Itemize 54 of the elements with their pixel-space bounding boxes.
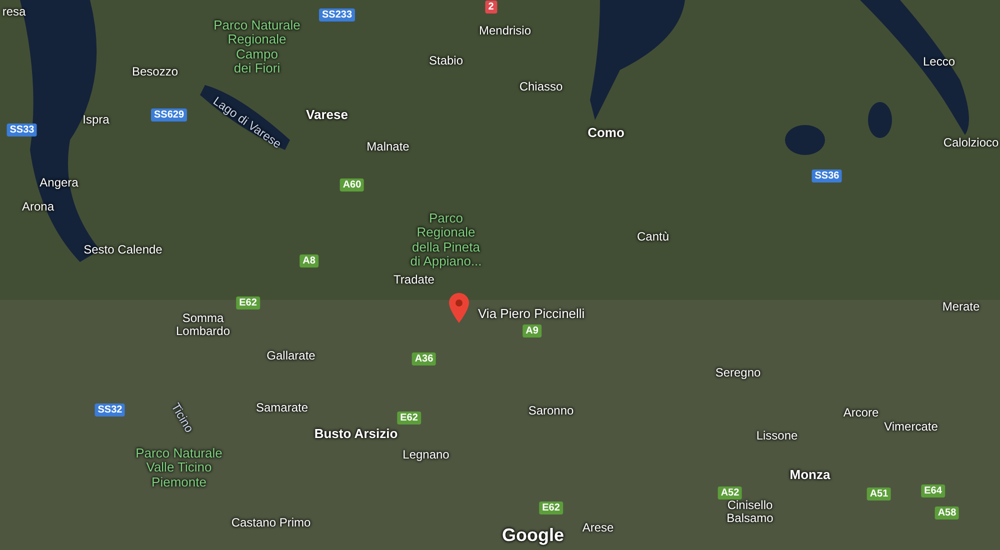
road-number-sign: E64: [921, 484, 945, 498]
place-label: Cantù: [636, 230, 670, 244]
map-pin-icon[interactable]: [449, 293, 469, 323]
road-number-sign: SS233: [318, 8, 356, 22]
place-label: Ispra: [82, 113, 110, 127]
marker-label: Via Piero Piccinelli: [478, 305, 585, 323]
city-label: Monza: [790, 468, 830, 482]
road-number-sign: A36: [412, 352, 436, 366]
place-label: Chiasso: [519, 80, 563, 94]
map-attribution-logo: Google: [502, 524, 564, 546]
road-number-sign: A58: [934, 506, 960, 520]
place-label: Saronno: [528, 404, 574, 418]
place-label: Seregno: [715, 366, 761, 380]
place-label: Arona: [22, 200, 54, 214]
place-label: Merate: [942, 300, 980, 314]
place-label: Arcore: [843, 406, 879, 420]
road-number-sign: SS629: [150, 108, 188, 122]
place-label: resa: [2, 5, 26, 19]
place-label: Tradate: [394, 273, 434, 287]
road-number-sign: E62: [539, 502, 563, 514]
road-number-sign: 2: [485, 0, 497, 14]
place-label: Mendrisio: [478, 24, 532, 38]
place-label: Cinisello Balsamo: [726, 498, 774, 526]
road-number-sign: SS36: [812, 170, 842, 182]
place-label: Besozzo: [132, 65, 178, 79]
place-label: Arese: [582, 521, 614, 535]
road-number-sign: A52: [718, 486, 742, 500]
road-number-sign: SS33: [6, 124, 38, 136]
road-number-sign: SS32: [94, 404, 126, 416]
place-label: Sesto Calende: [84, 243, 162, 257]
place-label: Malnate: [366, 140, 410, 154]
place-label: Calolzioco: [943, 136, 999, 150]
city-label: Varese: [306, 108, 348, 122]
city-label: Como: [588, 126, 624, 140]
city-label: Busto Arsizio: [314, 426, 398, 442]
park-label: Parco Naturale Regionale Campo dei Fiori: [214, 18, 300, 76]
place-label: Castano Primo: [231, 516, 311, 530]
road-number-sign: A8: [300, 254, 318, 268]
place-label: Samarate: [256, 401, 308, 415]
park-label: Parco Naturale Valle Ticino Piemonte: [136, 446, 222, 490]
place-label: Angera: [40, 176, 78, 190]
road-number-sign: A51: [866, 488, 892, 500]
place-label: Gallarate: [266, 349, 316, 363]
road-number-sign: A9: [522, 324, 542, 338]
place-label: Vimercate: [884, 420, 938, 434]
park-label: Parco Regionale della Pineta di Appiano...: [410, 211, 482, 269]
road-number-sign: E62: [236, 296, 260, 310]
place-label: Legnano: [402, 448, 450, 462]
place-label: Lissone: [756, 429, 798, 443]
place-label: Stabio: [428, 54, 464, 68]
place-label: Lecco: [922, 55, 956, 69]
place-label: Somma Lombardo: [176, 312, 230, 338]
road-number-sign: A60: [340, 178, 364, 192]
road-number-sign: E62: [397, 412, 421, 424]
